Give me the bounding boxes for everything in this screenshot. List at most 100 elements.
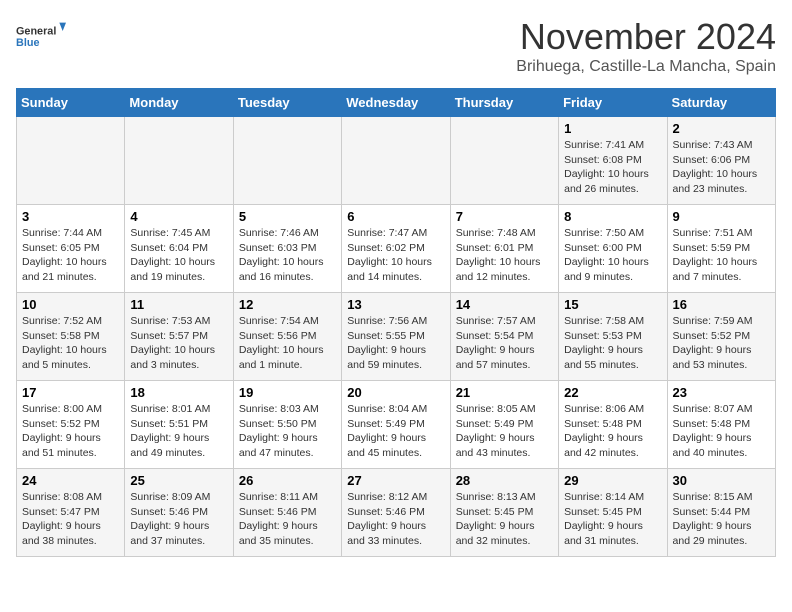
calendar-table: SundayMondayTuesdayWednesdayThursdayFrid… (16, 88, 776, 557)
day-number: 3 (22, 209, 119, 224)
day-info: Sunrise: 8:05 AM Sunset: 5:49 PM Dayligh… (456, 402, 553, 461)
day-number: 6 (347, 209, 444, 224)
weekday-header-row: SundayMondayTuesdayWednesdayThursdayFrid… (17, 89, 776, 117)
day-cell: 21 Sunrise: 8:05 AM Sunset: 5:49 PM Dayli… (450, 381, 558, 469)
day-info: Sunrise: 8:00 AM Sunset: 5:52 PM Dayligh… (22, 402, 119, 461)
day-info: Sunrise: 7:51 AM Sunset: 5:59 PM Dayligh… (673, 226, 770, 285)
location-title: Brihuega, Castille-La Mancha, Spain (516, 58, 776, 76)
day-info: Sunrise: 7:48 AM Sunset: 6:01 PM Dayligh… (456, 226, 553, 285)
day-cell: 23Sunrise: 8:07 AM Sunset: 5:48 PM Dayli… (667, 381, 775, 469)
day-number: 15 (564, 297, 661, 312)
day-number: 26 (239, 473, 336, 488)
day-info: Sunrise: 7:43 AM Sunset: 6:06 PM Dayligh… (673, 138, 770, 197)
day-number: 17 (22, 385, 119, 400)
day-info: Sunrise: 7:50 AM Sunset: 6:00 PM Dayligh… (564, 226, 661, 285)
day-info: Sunrise: 7:53 AM Sunset: 5:57 PM Dayligh… (130, 314, 227, 373)
day-cell: 17 Sunrise: 8:00 AM Sunset: 5:52 PM Dayli… (17, 381, 125, 469)
day-number: 4 (130, 209, 227, 224)
day-cell: 15 Sunrise: 7:58 AM Sunset: 5:53 PM Dayli… (559, 293, 667, 381)
day-number: 24 (22, 473, 119, 488)
weekday-header-friday: Friday (559, 89, 667, 117)
day-info: Sunrise: 7:44 AM Sunset: 6:05 PM Dayligh… (22, 226, 119, 285)
day-number: 18 (130, 385, 227, 400)
day-info: Sunrise: 7:58 AM Sunset: 5:53 PM Dayligh… (564, 314, 661, 373)
weekday-header-wednesday: Wednesday (342, 89, 450, 117)
day-info: Sunrise: 7:54 AM Sunset: 5:56 PM Dayligh… (239, 314, 336, 373)
day-cell: 10Sunrise: 7:52 AM Sunset: 5:58 PM Dayli… (17, 293, 125, 381)
weekday-header-saturday: Saturday (667, 89, 775, 117)
day-cell: 29 Sunrise: 8:14 AM Sunset: 5:45 PM Dayli… (559, 469, 667, 557)
week-row-3: 10Sunrise: 7:52 AM Sunset: 5:58 PM Dayli… (17, 293, 776, 381)
logo: General Blue (16, 16, 66, 56)
day-number: 7 (456, 209, 553, 224)
day-number: 29 (564, 473, 661, 488)
day-cell: 16 Sunrise: 7:59 AM Sunset: 5:52 PM Dayli… (667, 293, 775, 381)
day-info: Sunrise: 7:52 AM Sunset: 5:58 PM Dayligh… (22, 314, 119, 373)
day-number: 5 (239, 209, 336, 224)
day-number: 2 (673, 121, 770, 136)
day-number: 13 (347, 297, 444, 312)
day-number: 21 (456, 385, 553, 400)
day-number: 28 (456, 473, 553, 488)
day-cell (342, 117, 450, 205)
day-info: Sunrise: 7:57 AM Sunset: 5:54 PM Dayligh… (456, 314, 553, 373)
day-number: 1 (564, 121, 661, 136)
day-cell: 6 Sunrise: 7:47 AM Sunset: 6:02 PM Daylig… (342, 205, 450, 293)
week-row-2: 3 Sunrise: 7:44 AM Sunset: 6:05 PM Daylig… (17, 205, 776, 293)
day-number: 20 (347, 385, 444, 400)
day-info: Sunrise: 7:45 AM Sunset: 6:04 PM Dayligh… (130, 226, 227, 285)
day-number: 23 (673, 385, 770, 400)
day-info: Sunrise: 8:03 AM Sunset: 5:50 PM Dayligh… (239, 402, 336, 461)
day-cell (125, 117, 233, 205)
day-cell: 28Sunrise: 8:13 AM Sunset: 5:45 PM Dayli… (450, 469, 558, 557)
day-cell: 9 Sunrise: 7:51 AM Sunset: 5:59 PM Daylig… (667, 205, 775, 293)
weekday-header-monday: Monday (125, 89, 233, 117)
day-cell: 27Sunrise: 8:12 AM Sunset: 5:46 PM Dayli… (342, 469, 450, 557)
day-cell: 19 Sunrise: 8:03 AM Sunset: 5:50 PM Dayli… (233, 381, 341, 469)
svg-text:Blue: Blue (16, 37, 39, 49)
page-header: General Blue November 2024 Brihuega, Cas… (16, 16, 776, 76)
day-cell (17, 117, 125, 205)
day-info: Sunrise: 8:08 AM Sunset: 5:47 PM Dayligh… (22, 490, 119, 549)
week-row-4: 17 Sunrise: 8:00 AM Sunset: 5:52 PM Dayli… (17, 381, 776, 469)
title-block: November 2024 Brihuega, Castille-La Manc… (516, 16, 776, 76)
month-title: November 2024 (516, 16, 776, 58)
day-cell (233, 117, 341, 205)
day-cell: 5 Sunrise: 7:46 AM Sunset: 6:03 PM Daylig… (233, 205, 341, 293)
week-row-1: 1 Sunrise: 7:41 AM Sunset: 6:08 PM Daylig… (17, 117, 776, 205)
day-cell: 22Sunrise: 8:06 AM Sunset: 5:48 PM Dayli… (559, 381, 667, 469)
day-cell: 2 Sunrise: 7:43 AM Sunset: 6:06 PM Daylig… (667, 117, 775, 205)
day-info: Sunrise: 7:56 AM Sunset: 5:55 PM Dayligh… (347, 314, 444, 373)
day-number: 19 (239, 385, 336, 400)
day-cell: 8 Sunrise: 7:50 AM Sunset: 6:00 PM Daylig… (559, 205, 667, 293)
logo-svg: General Blue (16, 16, 66, 56)
day-cell: 3 Sunrise: 7:44 AM Sunset: 6:05 PM Daylig… (17, 205, 125, 293)
weekday-header-thursday: Thursday (450, 89, 558, 117)
day-number: 16 (673, 297, 770, 312)
day-info: Sunrise: 8:14 AM Sunset: 5:45 PM Dayligh… (564, 490, 661, 549)
day-number: 22 (564, 385, 661, 400)
day-info: Sunrise: 7:59 AM Sunset: 5:52 PM Dayligh… (673, 314, 770, 373)
day-cell: 11 Sunrise: 7:53 AM Sunset: 5:57 PM Dayli… (125, 293, 233, 381)
day-cell: 4 Sunrise: 7:45 AM Sunset: 6:04 PM Daylig… (125, 205, 233, 293)
day-number: 25 (130, 473, 227, 488)
day-cell: 30Sunrise: 8:15 AM Sunset: 5:44 PM Dayli… (667, 469, 775, 557)
day-info: Sunrise: 7:41 AM Sunset: 6:08 PM Dayligh… (564, 138, 661, 197)
day-cell: 24 Sunrise: 8:08 AM Sunset: 5:47 PM Dayli… (17, 469, 125, 557)
day-info: Sunrise: 8:09 AM Sunset: 5:46 PM Dayligh… (130, 490, 227, 549)
day-number: 30 (673, 473, 770, 488)
day-cell (450, 117, 558, 205)
day-info: Sunrise: 7:47 AM Sunset: 6:02 PM Dayligh… (347, 226, 444, 285)
day-info: Sunrise: 8:01 AM Sunset: 5:51 PM Dayligh… (130, 402, 227, 461)
day-number: 14 (456, 297, 553, 312)
day-cell: 20Sunrise: 8:04 AM Sunset: 5:49 PM Dayli… (342, 381, 450, 469)
day-cell: 7 Sunrise: 7:48 AM Sunset: 6:01 PM Daylig… (450, 205, 558, 293)
day-number: 11 (130, 297, 227, 312)
day-number: 9 (673, 209, 770, 224)
day-number: 12 (239, 297, 336, 312)
week-row-5: 24 Sunrise: 8:08 AM Sunset: 5:47 PM Dayli… (17, 469, 776, 557)
day-cell: 18 Sunrise: 8:01 AM Sunset: 5:51 PM Dayli… (125, 381, 233, 469)
day-info: Sunrise: 7:46 AM Sunset: 6:03 PM Dayligh… (239, 226, 336, 285)
weekday-header-sunday: Sunday (17, 89, 125, 117)
day-number: 8 (564, 209, 661, 224)
